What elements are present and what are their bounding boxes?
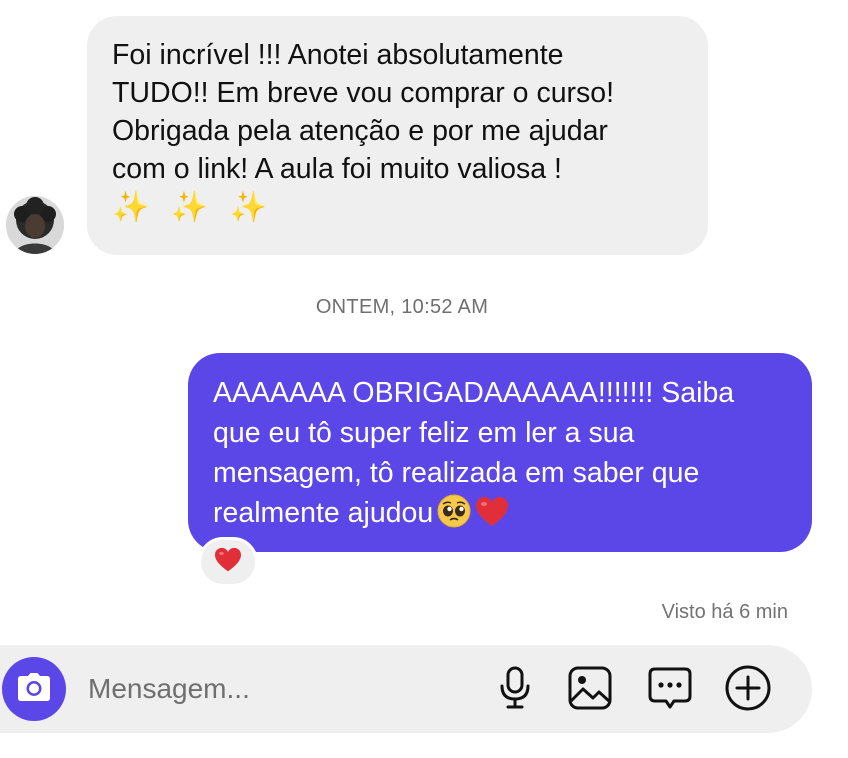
outgoing-message-line: mensagem, tô realizada em saber que xyxy=(213,457,700,489)
incoming-message-line: com o link! A aula foi muito valiosa ! xyxy=(112,153,562,185)
gallery-button[interactable] xyxy=(567,665,613,716)
message-composer xyxy=(0,645,812,733)
incoming-message-line: Foi incrível !!! Anotei absolutamente xyxy=(112,39,564,71)
outgoing-message-last-line: realmente ajudou xyxy=(213,493,792,539)
add-button[interactable] xyxy=(725,665,771,713)
microphone-button[interactable] xyxy=(492,666,538,715)
sticker-chat-button[interactable] xyxy=(647,667,693,713)
add-circle-icon xyxy=(724,664,772,717)
contact-avatar[interactable] xyxy=(6,196,64,254)
camera-button[interactable] xyxy=(2,657,66,721)
outgoing-message-line: que eu tô super feliz em ler a sua xyxy=(213,417,635,449)
sticker-chat-icon xyxy=(647,665,693,716)
chat-screen: Foi incrível !!! Anotei absolutamente TU… xyxy=(0,0,848,758)
outgoing-message-line: realmente ajudou xyxy=(213,497,434,529)
outgoing-message-bubble[interactable]: AAAAAAA OBRIGADAAAAAA!!!!!!! Saiba que e… xyxy=(188,353,812,552)
reaction-heart-icon xyxy=(214,547,242,578)
pleading-face-emoji xyxy=(437,494,471,539)
gallery-icon xyxy=(567,665,613,716)
microphone-icon xyxy=(498,666,532,715)
message-reaction[interactable] xyxy=(198,537,258,587)
avatar-photo xyxy=(6,196,64,254)
message-timestamp: ONTEM, 10:52 AM xyxy=(315,296,489,318)
seen-status: Visto há 6 min xyxy=(661,601,788,623)
camera-icon xyxy=(16,671,52,708)
incoming-message-line: Obrigada pela atenção e por me ajudar xyxy=(112,115,608,147)
sparkles-emoji: ✨ ✨ ✨ xyxy=(112,190,274,225)
outgoing-message-line: AAAAAAA OBRIGADAAAAAA!!!!!!! Saiba xyxy=(213,377,735,409)
message-input[interactable] xyxy=(88,667,468,711)
incoming-message-bubble[interactable]: Foi incrível !!! Anotei absolutamente TU… xyxy=(87,16,708,255)
red-heart-emoji xyxy=(475,496,509,539)
incoming-message-line: TUDO!! Em breve vou comprar o curso! xyxy=(112,77,615,109)
